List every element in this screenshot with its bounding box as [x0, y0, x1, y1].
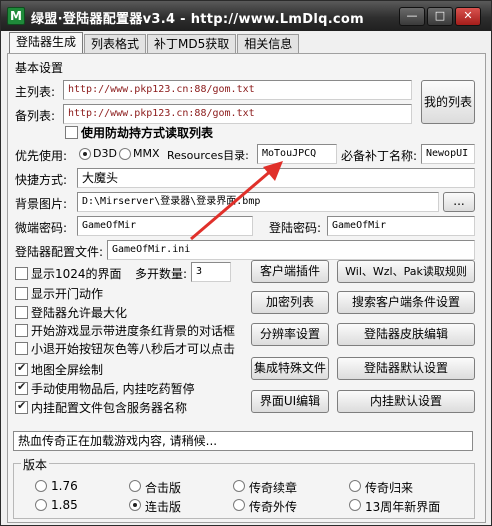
annotation-arrow: [190, 161, 283, 241]
arrow-shaft: [190, 167, 274, 241]
arrow-head: [263, 161, 283, 181]
configurator-window: M 绿盟·登陆器配置器v3.4 - http://www.LmDlq.com —…: [0, 0, 492, 526]
